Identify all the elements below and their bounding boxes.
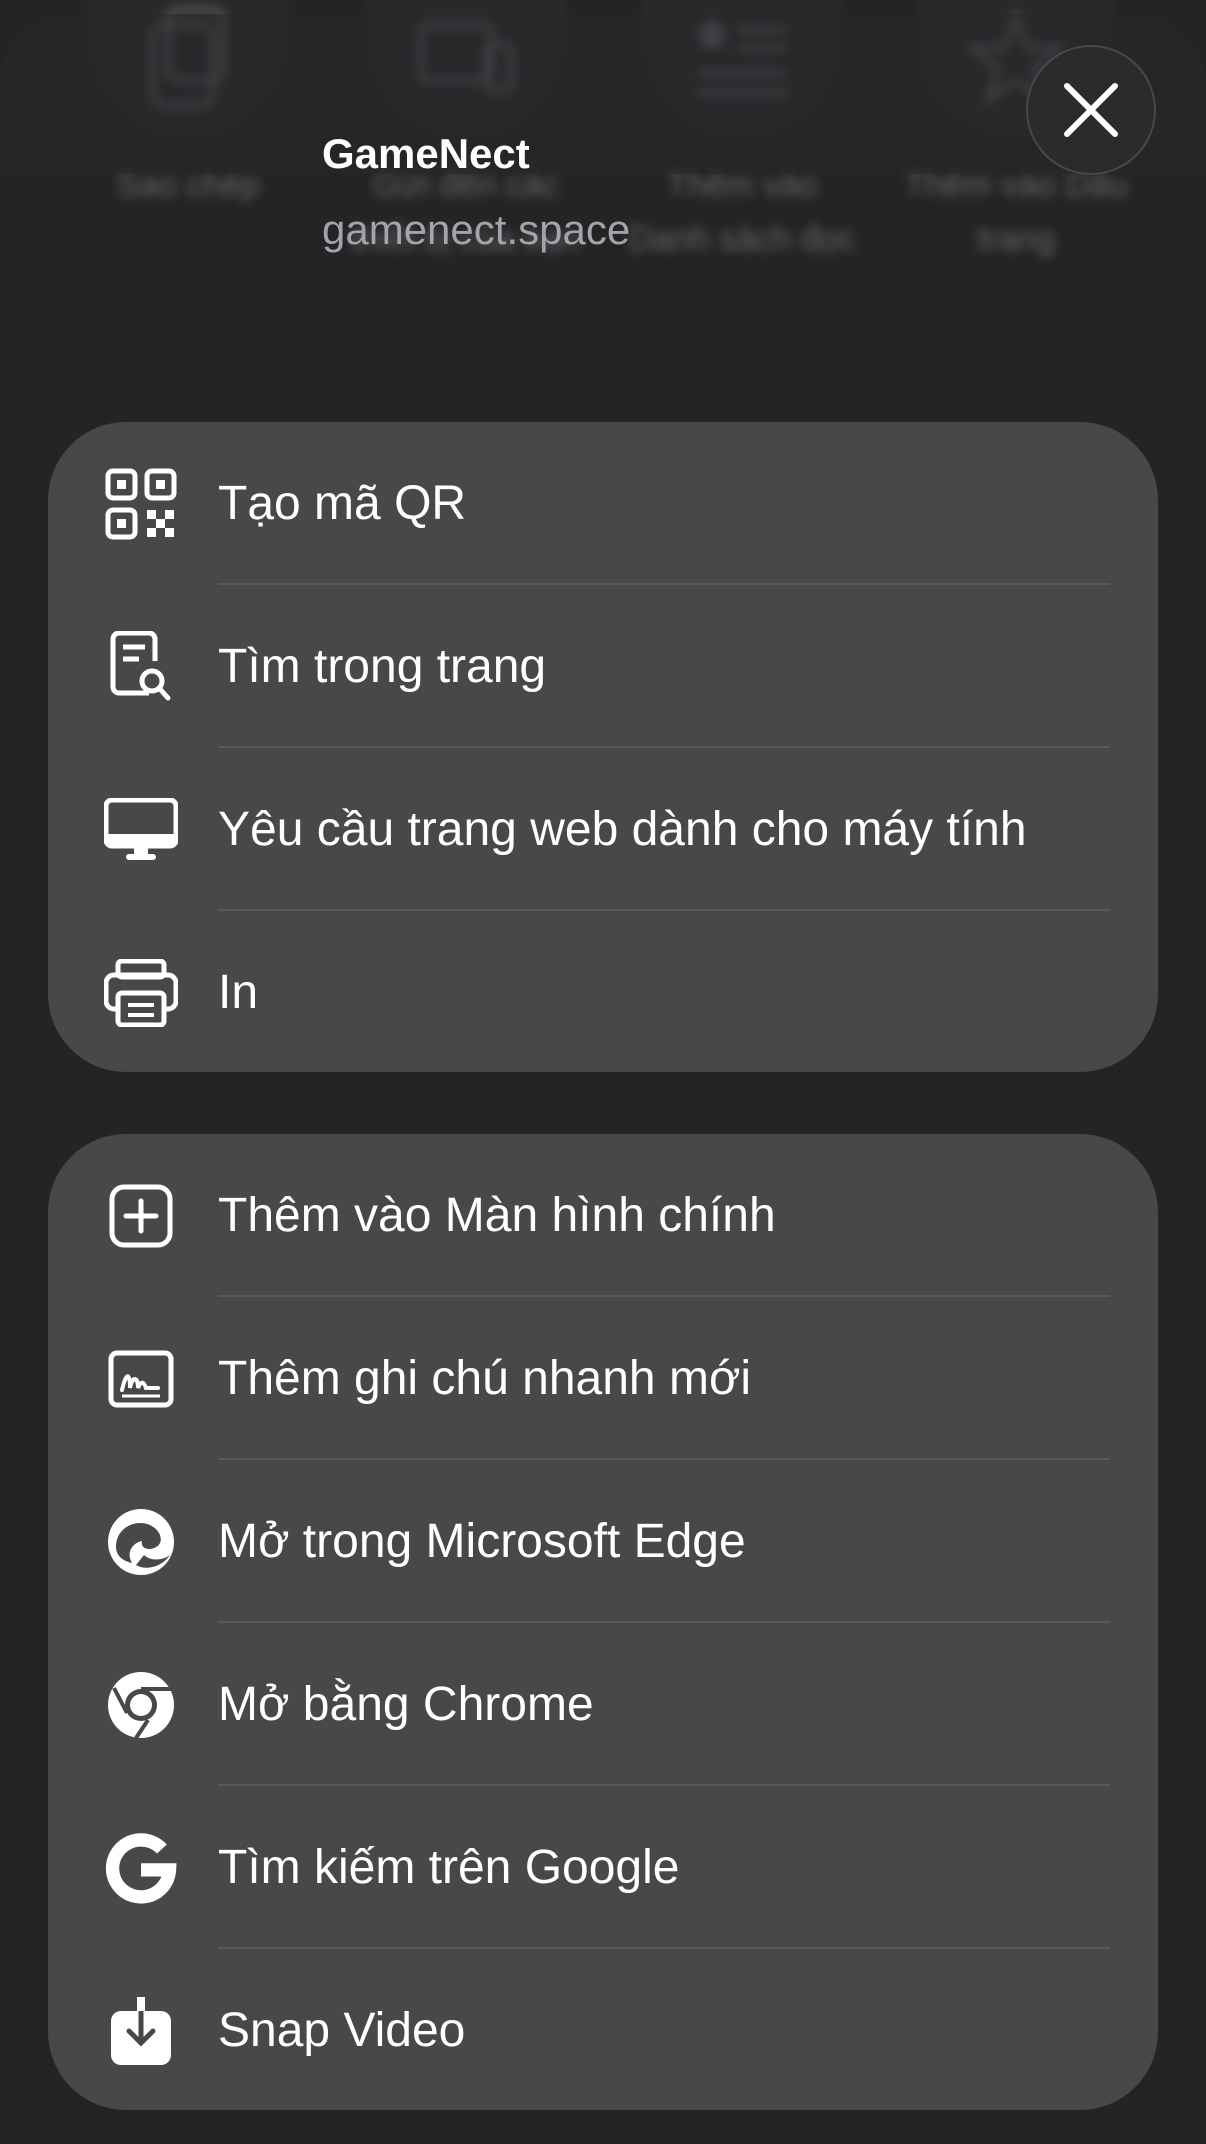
printer-icon bbox=[103, 955, 179, 1031]
menu-item-new-quick-note[interactable]: Thêm ghi chú nhanh mới bbox=[48, 1297, 1158, 1460]
add-square-icon bbox=[103, 1178, 179, 1254]
menu-item-label: Thêm ghi chú nhanh mới bbox=[218, 1352, 752, 1405]
menu-item-open-in-edge[interactable]: Mở trong Microsoft Edge bbox=[48, 1460, 1158, 1623]
actions-group-2: Thêm vào Màn hình chính Thêm ghi chú nha… bbox=[48, 1134, 1158, 2110]
menu-item-label: Mở bằng Chrome bbox=[218, 1678, 594, 1731]
qr-code-icon bbox=[103, 466, 179, 542]
menu-item-label: Tạo mã QR bbox=[218, 477, 467, 530]
share-sheet: Sao chép Gửi đến các thiết bị của bạn Th… bbox=[0, 0, 1206, 2144]
google-icon bbox=[103, 1830, 179, 1906]
find-in-page-icon bbox=[103, 629, 179, 705]
actions-group-1: Tạo mã QR Tìm trong trang Yêu cầu trang … bbox=[48, 422, 1158, 1072]
menu-item-add-to-home-screen[interactable]: Thêm vào Màn hình chính bbox=[48, 1134, 1158, 1297]
menu-item-request-desktop-site[interactable]: Yêu cầu trang web dành cho máy tính bbox=[48, 748, 1158, 911]
menu-item-label: Tìm kiếm trên Google bbox=[218, 1841, 680, 1894]
download-icon bbox=[103, 1993, 179, 2069]
menu-item-create-qr[interactable]: Tạo mã QR bbox=[48, 422, 1158, 585]
menu-item-open-in-chrome[interactable]: Mở bằng Chrome bbox=[48, 1623, 1158, 1786]
site-url: gamenect.space bbox=[322, 206, 631, 253]
edge-icon bbox=[103, 1504, 179, 1580]
menu-item-print[interactable]: In bbox=[48, 911, 1158, 1072]
chrome-icon bbox=[103, 1667, 179, 1743]
site-title: GameNect bbox=[322, 130, 530, 177]
desktop-icon bbox=[103, 792, 179, 868]
menu-item-label: Mở trong Microsoft Edge bbox=[218, 1515, 746, 1568]
close-icon bbox=[1064, 83, 1118, 137]
menu-item-label: Tìm trong trang bbox=[218, 640, 547, 693]
menu-item-label: In bbox=[218, 966, 259, 1019]
menu-item-snap-video[interactable]: Snap Video bbox=[48, 1949, 1158, 2110]
menu-item-label: Yêu cầu trang web dành cho máy tính bbox=[218, 803, 1027, 856]
menu-item-label: Snap Video bbox=[218, 2004, 466, 2057]
sheet-header-backdrop bbox=[0, 14, 1206, 174]
menu-item-label: Thêm vào Màn hình chính bbox=[218, 1189, 776, 1242]
menu-item-search-google[interactable]: Tìm kiếm trên Google bbox=[48, 1786, 1158, 1949]
menu-item-find-in-page[interactable]: Tìm trong trang bbox=[48, 585, 1158, 748]
close-button[interactable] bbox=[1026, 45, 1156, 175]
quick-note-icon bbox=[103, 1341, 179, 1417]
